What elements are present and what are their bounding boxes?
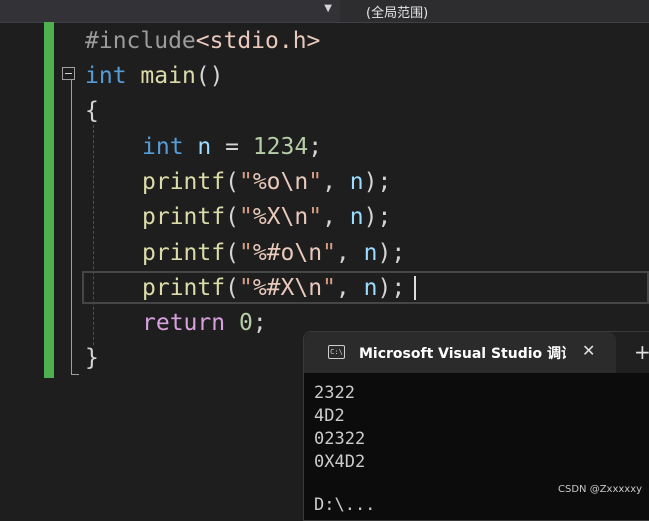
code-token: " bbox=[308, 204, 323, 230]
code-token: %#o bbox=[252, 240, 295, 266]
close-icon[interactable]: ✕ bbox=[582, 341, 595, 360]
code-line-7: printf("%#o\n", n); bbox=[142, 236, 405, 271]
code-token: return bbox=[142, 310, 226, 336]
watermark: CSDN @Zxxxxxy bbox=[558, 484, 643, 495]
members-dropdown[interactable]: ▼ bbox=[0, 0, 340, 22]
code-token: " bbox=[238, 204, 253, 230]
code-token: n bbox=[349, 169, 364, 195]
code-token: \n bbox=[280, 169, 309, 195]
code-token: ); bbox=[363, 169, 392, 195]
console-icon: C:\ bbox=[328, 345, 345, 359]
indent-guide bbox=[93, 125, 94, 345]
code-token: " bbox=[322, 275, 336, 301]
console-tab-bar: C:\ Microsoft Visual Studio 调试控制台 ✕ + bbox=[304, 332, 649, 373]
code-token: \n bbox=[280, 204, 309, 230]
code-token: ); bbox=[363, 204, 392, 230]
output-line: 2322 bbox=[314, 383, 355, 403]
code-token: 1234 bbox=[252, 134, 309, 160]
code-token: ( bbox=[225, 240, 239, 266]
code-token: " bbox=[322, 240, 336, 266]
code-token: ; bbox=[308, 134, 323, 160]
code-line-9: return 0; bbox=[142, 306, 267, 341]
console-output: 2322 4D2 02322 0X4D2 bbox=[314, 382, 365, 474]
code-token: n bbox=[197, 134, 212, 160]
code-token: ); bbox=[377, 240, 406, 266]
code-token: ( bbox=[225, 169, 239, 195]
collapse-icon[interactable] bbox=[62, 67, 75, 80]
navigation-bar: ▼ (全局范围) bbox=[0, 0, 649, 23]
code-token: = bbox=[211, 134, 253, 160]
code-token: ); bbox=[377, 275, 406, 301]
code-token: %X bbox=[252, 204, 281, 230]
code-line-10: } bbox=[85, 341, 99, 376]
code-line-5: printf("%o\n", n); bbox=[142, 165, 391, 200]
plus-icon[interactable]: + bbox=[634, 340, 649, 364]
code-line-8: printf("%#X\n", n); bbox=[142, 271, 405, 306]
code-token: ( bbox=[225, 204, 239, 230]
code-line-4: int n = 1234; bbox=[142, 130, 322, 165]
code-token: \n bbox=[294, 275, 323, 301]
code-token: printf bbox=[142, 275, 226, 301]
code-token: ; bbox=[252, 310, 267, 336]
code-token: ( bbox=[225, 275, 239, 301]
code-token: n bbox=[363, 275, 378, 301]
code-token: , bbox=[322, 169, 350, 195]
code-token: , bbox=[335, 240, 364, 266]
fold-line bbox=[71, 80, 72, 374]
code-token: #include bbox=[85, 28, 196, 54]
code-token: 0 bbox=[238, 310, 253, 336]
chevron-down-icon[interactable]: ▼ bbox=[324, 3, 332, 14]
code-token: int bbox=[142, 134, 184, 160]
code-token: n bbox=[349, 204, 364, 230]
code-token: \n bbox=[294, 240, 323, 266]
code-token: , bbox=[335, 275, 364, 301]
code-token: printf bbox=[142, 240, 226, 266]
code-token: main bbox=[140, 63, 196, 89]
code-line-3: { bbox=[85, 94, 99, 129]
output-line: 02322 bbox=[314, 429, 366, 449]
code-token: " bbox=[308, 169, 323, 195]
code-token: printf bbox=[142, 169, 226, 195]
code-token: { bbox=[85, 98, 99, 124]
code-token: <stdio.h> bbox=[195, 28, 321, 54]
console-tab[interactable]: C:\ Microsoft Visual Studio 调试控制台 ✕ bbox=[304, 332, 616, 373]
code-token: n bbox=[363, 240, 378, 266]
code-token: () bbox=[195, 63, 224, 89]
fold-line-end bbox=[71, 374, 79, 375]
text-caret bbox=[414, 276, 416, 300]
changed-lines-indicator bbox=[44, 22, 54, 378]
code-token: " bbox=[238, 169, 253, 195]
code-token: int bbox=[85, 63, 127, 89]
code-token: , bbox=[322, 204, 350, 230]
output-line: 4D2 bbox=[314, 406, 345, 426]
code-token: %o bbox=[252, 169, 281, 195]
code-token: } bbox=[85, 345, 99, 371]
code-line-6: printf("%X\n", n); bbox=[142, 200, 391, 235]
code-line-1: #include<stdio.h> bbox=[85, 24, 320, 59]
output-line-partial: D:\... bbox=[314, 495, 376, 515]
code-token: " bbox=[238, 275, 253, 301]
scope-dropdown[interactable]: (全局范围) bbox=[366, 2, 428, 21]
code-line-2: int main() bbox=[85, 59, 224, 94]
code-token: " bbox=[238, 240, 253, 266]
output-line: 0X4D2 bbox=[314, 452, 366, 472]
code-token: %#X bbox=[252, 275, 295, 301]
code-token: printf bbox=[142, 204, 226, 230]
console-title: Microsoft Visual Studio 调试控制台 bbox=[359, 346, 566, 362]
